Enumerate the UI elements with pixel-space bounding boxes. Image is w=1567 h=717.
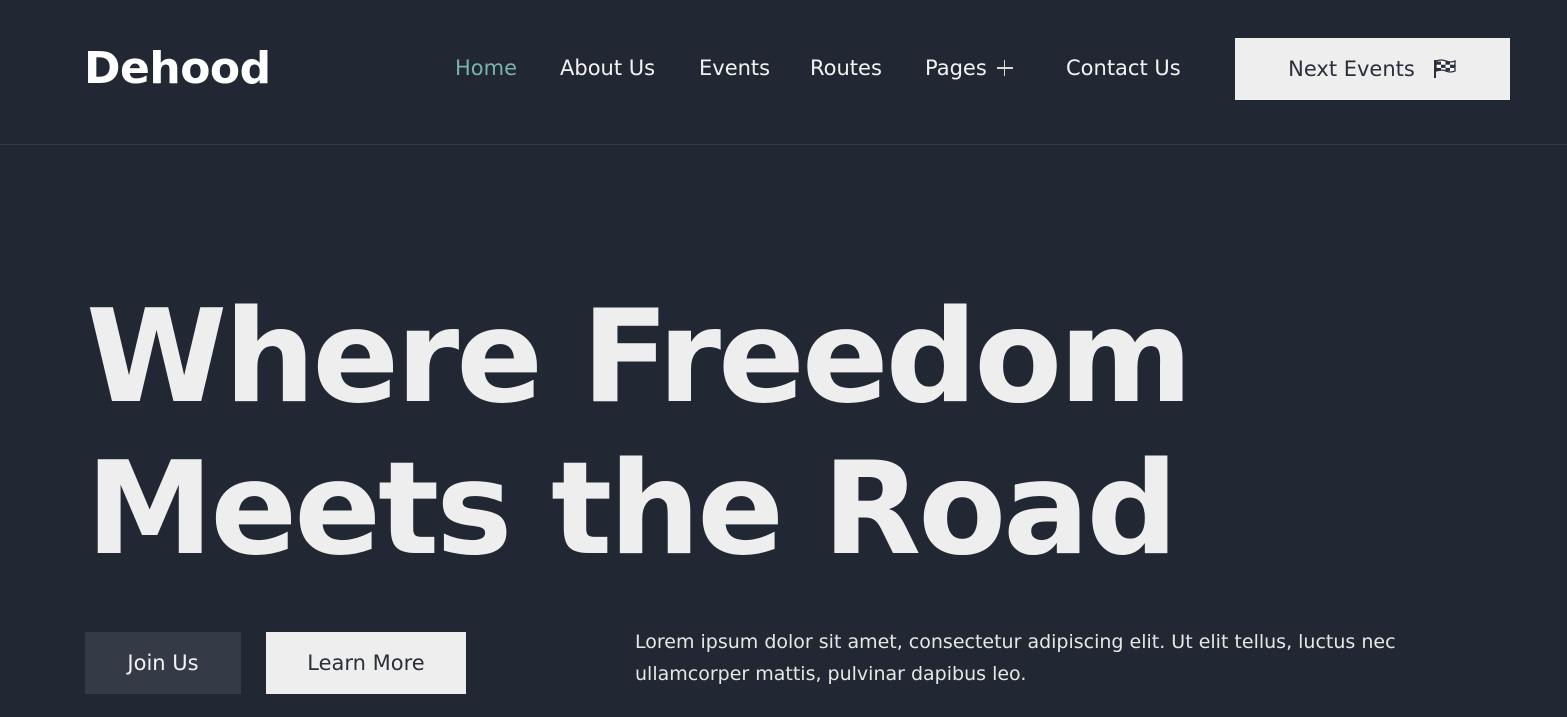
next-events-label: Next Events — [1288, 57, 1415, 81]
checkered-flag-icon — [1433, 59, 1457, 79]
nav-item-routes[interactable]: Routes — [810, 50, 882, 86]
hero-title-line-1: Where Freedom — [86, 283, 1193, 432]
next-events-button[interactable]: Next Events — [1235, 38, 1510, 100]
nav-item-pages-label: Pages — [925, 56, 987, 80]
nav-item-home[interactable]: Home — [455, 50, 517, 86]
hero-title-line-2: Meets the Road — [86, 435, 1178, 584]
hero-title: Where Freedom Meets the Road — [86, 282, 1193, 586]
nav-item-contact-us[interactable]: Contact Us — [1066, 50, 1181, 86]
join-us-button[interactable]: Join Us — [85, 632, 241, 694]
nav-item-events[interactable]: Events — [699, 50, 770, 86]
learn-more-button[interactable]: Learn More — [266, 632, 466, 694]
nav-item-pages[interactable]: Pages — [925, 50, 1013, 86]
plus-icon — [996, 60, 1013, 76]
hero-description: Lorem ipsum dolor sit amet, consectetur … — [635, 631, 1396, 685]
nav-item-about-us[interactable]: About Us — [560, 50, 655, 86]
site-header: Dehood Home About Us Events Routes Pages… — [0, 0, 1567, 145]
site-logo[interactable]: Dehood — [84, 42, 271, 96]
